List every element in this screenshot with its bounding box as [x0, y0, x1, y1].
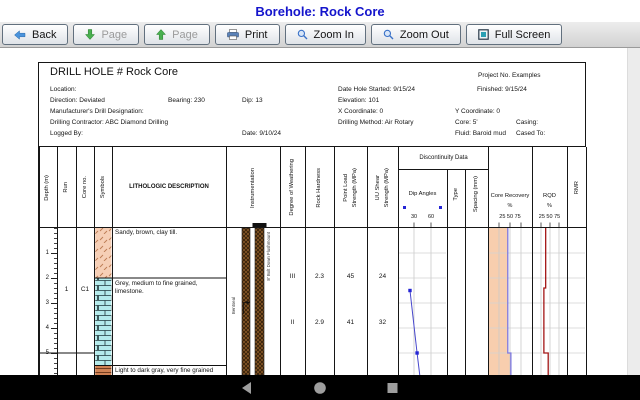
- field-drilling-method: Drilling Method: Air Rotary: [338, 119, 414, 126]
- col-header-rmr: RMR: [569, 148, 586, 227]
- col-header-run: Run: [59, 148, 75, 227]
- app-screen: Borehole: Rock Core Back Page Page Print…: [0, 0, 640, 400]
- col-header-core-no: Core no.: [78, 148, 93, 227]
- dip-tick-60: 60: [426, 214, 436, 220]
- dip-legend-marker: [439, 206, 442, 209]
- table-border-right: [586, 147, 588, 375]
- run-number: 1: [59, 286, 75, 293]
- col-header-depth: Depth (m): [40, 148, 56, 227]
- point-load-value: 41: [336, 319, 366, 326]
- depth-major-tick: [51, 303, 58, 304]
- field-cased-to: Cased To:: [516, 130, 545, 137]
- col-line: [488, 147, 489, 375]
- core-recovery-pct: %: [489, 203, 531, 209]
- col-header-weathering: Degree of Weathering: [282, 148, 304, 227]
- field-log-date: Date: 9/10/24: [242, 130, 281, 137]
- field-elevation: Elevation: 101: [338, 97, 379, 104]
- depth-major-tick: [51, 353, 58, 354]
- col-header-symbols: Symbols: [96, 148, 111, 227]
- field-logged-by: Logged By:: [50, 130, 83, 137]
- hardness-value: 2.9: [307, 319, 333, 326]
- rqd-ticks: 25 50 75: [533, 214, 566, 220]
- depth-label: 4: [39, 325, 49, 332]
- depth-label: 5: [39, 350, 49, 357]
- col-line: [398, 147, 399, 375]
- field-finished: Finished: 9/15/24: [477, 86, 527, 93]
- dip-legend-marker: [403, 206, 406, 209]
- field-casing: Casing:: [516, 119, 538, 126]
- lithology-description: Light to dark gray, very fine grained: [115, 367, 223, 375]
- field-bearing: Bearing: 230: [168, 97, 205, 104]
- instrumentation-label-bentseal: Bentseal: [232, 297, 237, 314]
- lithology-description: Grey, medium to fine grained, limestone.: [115, 280, 223, 295]
- lithology-description: Sandy, brown, clay till.: [115, 229, 223, 237]
- field-date-started: Date Hole Started: 9/15/24: [338, 86, 415, 93]
- weathering-value: III: [282, 273, 304, 280]
- field-y-coordinate: Y Coordinate: 0: [455, 108, 500, 115]
- field-core: Core: 5': [455, 119, 478, 126]
- rqd-pct: %: [533, 203, 566, 209]
- uu-shear-value: 24: [369, 273, 397, 280]
- col-header-type: Type: [449, 170, 464, 218]
- report-title: DRILL HOLE # Rock Core: [50, 66, 178, 78]
- depth-label: 1: [39, 250, 49, 257]
- field-direction: Direction: Deviated: [50, 97, 105, 104]
- android-nav-bar: [0, 375, 640, 400]
- uu-shear-value: 32: [369, 319, 397, 326]
- depth-label: 3: [39, 300, 49, 307]
- instrumentation-label-flushmount: 8' Bolt Down Flushmount: [267, 232, 272, 281]
- nav-recents-icon[interactable]: [386, 381, 399, 400]
- col-header-instrumentation: Instrumentation: [228, 148, 279, 227]
- field-project-no: Project No. Examples: [478, 72, 541, 79]
- field-dip: Dip: 13: [242, 97, 263, 104]
- depth-major-tick: [51, 253, 58, 254]
- col-header-spacing: Spacing (mm): [467, 170, 487, 218]
- nav-back-icon[interactable]: [240, 381, 253, 400]
- col-header-point-load: Point LoadStrength (MPa): [336, 148, 366, 227]
- field-manufacturer: Manufacturer's Drill Designation:: [50, 108, 144, 115]
- nav-home-icon[interactable]: [313, 381, 327, 400]
- col-line: [532, 147, 533, 375]
- core-recovery-ticks: 25 50 75: [489, 214, 531, 220]
- weathering-value: II: [282, 319, 304, 326]
- col-header-dip-angles: Dip Angles: [399, 191, 446, 197]
- depth-label: 2: [39, 275, 49, 282]
- col-header-hardness: Rock Hardness: [307, 148, 333, 227]
- field-contractor: Drilling Contractor: ABC Diamond Drillin…: [50, 119, 168, 126]
- hardness-value: 2.3: [307, 273, 333, 280]
- field-fluid: Fluid: Baroid mud: [455, 130, 506, 137]
- col-header-description: LITHOLOGIC DESCRIPTION: [114, 148, 225, 227]
- col-header-discontinuity: Discontinuity Data: [399, 149, 488, 167]
- point-load-value: 45: [336, 273, 366, 280]
- core-number: C1: [78, 286, 93, 293]
- field-location: Location:: [50, 86, 76, 93]
- dip-tick-30: 30: [409, 214, 419, 220]
- field-x-coordinate: X Coordinate: 0: [338, 108, 383, 115]
- col-header-rqd: RQD: [533, 193, 566, 199]
- col-header-core-recovery: Core Recovery: [489, 193, 531, 199]
- depth-major-tick: [51, 328, 58, 329]
- col-header-uu-shear: UU ShearStrength (MPa): [369, 148, 397, 227]
- depth-major-tick: [51, 278, 58, 279]
